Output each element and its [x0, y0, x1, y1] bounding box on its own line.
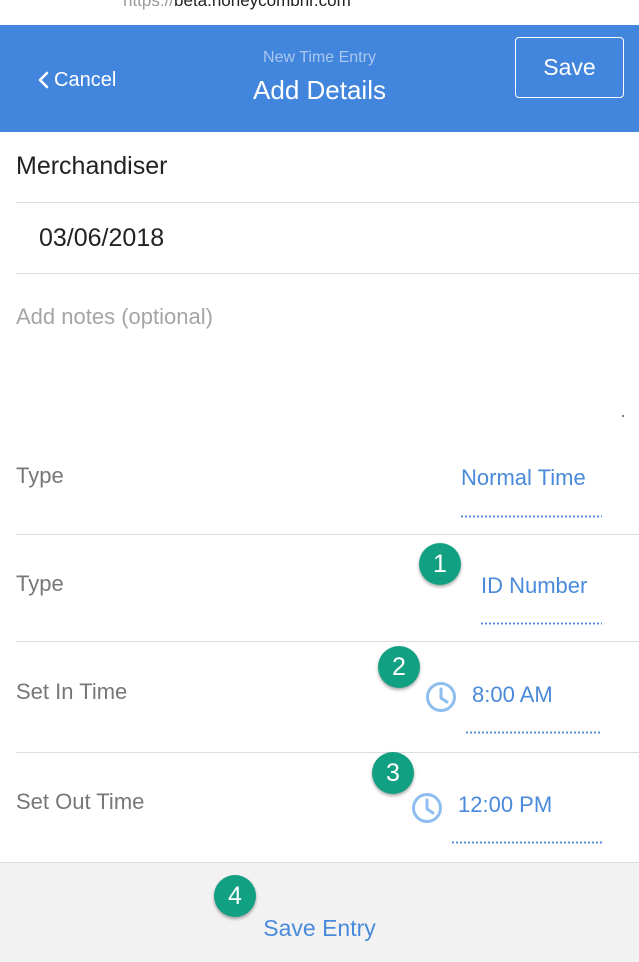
position-field[interactable]: Merchandiser	[0, 132, 639, 203]
url-text: https://beta.honeycombhr.com	[123, 0, 351, 11]
out-time-label: Set Out Time	[16, 789, 145, 814]
picker-underline	[451, 841, 602, 844]
position-value: Merchandiser	[16, 152, 168, 180]
save-button[interactable]: Save	[515, 37, 624, 98]
date-value: 03/06/2018	[39, 224, 165, 252]
type-picker-normal-time[interactable]: Normal Time	[461, 465, 586, 491]
url-host: beta.honeycombhr.com	[174, 0, 351, 10]
clock-icon	[411, 792, 443, 829]
in-time-picker[interactable]: 8:00 AM	[472, 682, 553, 708]
url-prefix: https://	[123, 0, 175, 10]
type-picker-id-number[interactable]: ID Number	[481, 573, 587, 599]
type-label: Type	[16, 463, 64, 488]
picker-underline	[460, 515, 602, 518]
type-row-id-number: Type ID Number	[0, 535, 639, 641]
in-time-row: Set In Time 8:00 AM	[0, 642, 639, 752]
notes-textarea[interactable]: Add notes (optional)	[0, 274, 639, 424]
resize-handle[interactable]	[620, 406, 626, 417]
annotation-badge-2: 2	[378, 646, 420, 688]
type-row-normal-time: Type Normal Time	[0, 424, 639, 534]
out-time-row: Set Out Time 12:00 PM	[0, 753, 639, 862]
type-label: Type	[16, 571, 64, 596]
clock-icon	[425, 681, 457, 718]
nav-header: Cancel New Time Entry Add Details Save	[0, 25, 639, 132]
notes-placeholder: Add notes (optional)	[16, 304, 213, 329]
date-field[interactable]: 03/06/2018	[0, 203, 639, 274]
save-entry-button[interactable]: Save Entry	[0, 915, 639, 942]
picker-underline	[465, 731, 602, 734]
out-time-picker[interactable]: 12:00 PM	[458, 792, 552, 818]
footer-bar: Save Entry	[0, 862, 639, 962]
in-time-label: Set In Time	[16, 679, 128, 704]
annotation-badge-1: 1	[419, 543, 461, 585]
browser-url-bar: https://beta.honeycombhr.com	[0, 0, 639, 25]
annotation-badge-3: 3	[372, 752, 414, 794]
annotation-badge-4: 4	[214, 875, 256, 917]
picker-underline	[480, 622, 602, 625]
